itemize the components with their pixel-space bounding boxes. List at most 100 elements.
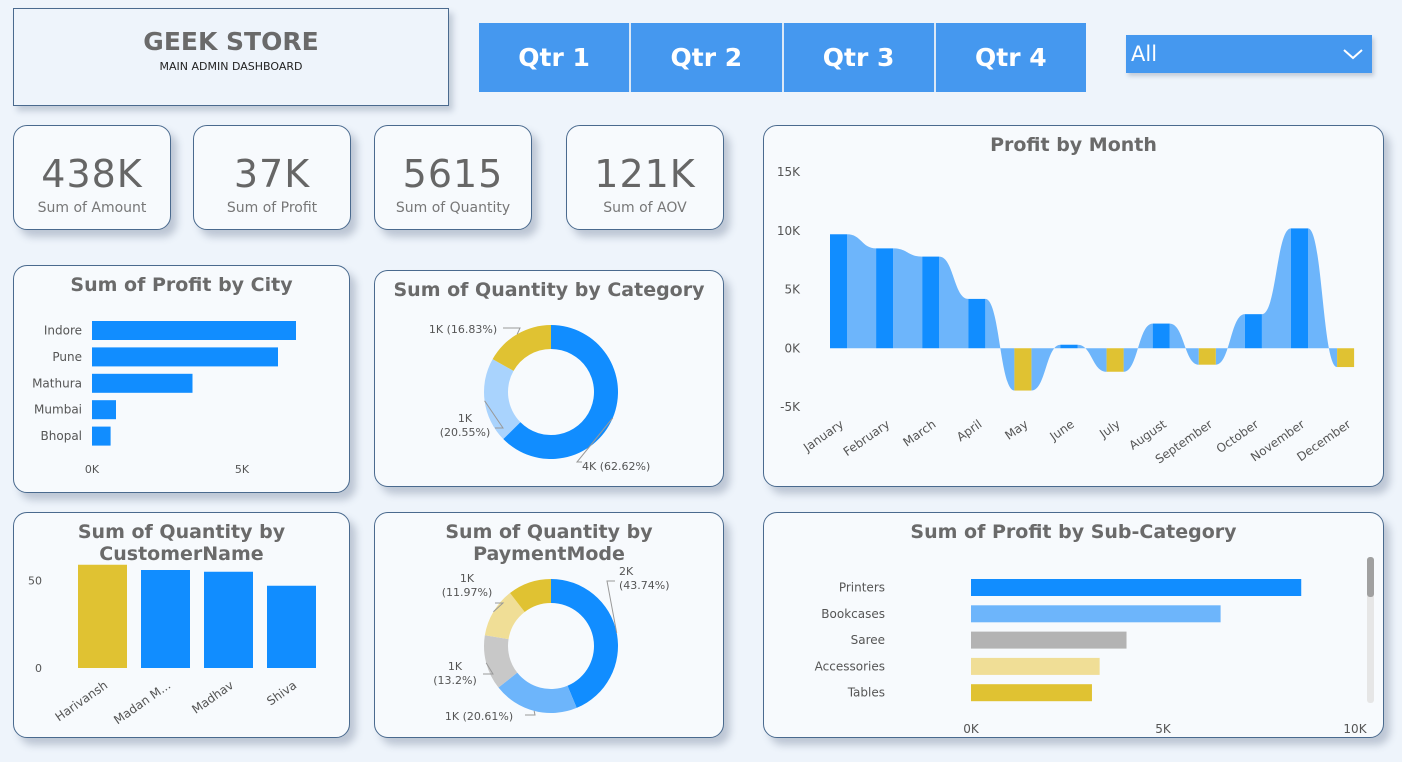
category-label: Shiva (264, 678, 299, 708)
qtr-2-button[interactable]: Qtr 2 (631, 23, 784, 92)
slice-label: 1K (448, 660, 463, 673)
category-label: Mathura (32, 376, 82, 390)
scrollbar-thumb[interactable] (1367, 557, 1374, 597)
chart-quantity-by-customer: 50 0 Harivansh Madan M... Madhav Shiva (28, 564, 316, 727)
quarter-slicer: Qtr 1 Qtr 2 Qtr 3 Qtr 4 (479, 23, 1086, 92)
dashboard-title: GEEK STORE (143, 27, 319, 56)
bar (1152, 323, 1170, 349)
bar (971, 605, 1221, 623)
bar (830, 234, 847, 349)
tick-label: 10K (1343, 722, 1367, 736)
ribbon (1169, 323, 1199, 365)
kpi-label: Sum of Profit (226, 200, 318, 216)
dashboard-subtitle: MAIN ADMIN DASHBOARD (159, 60, 303, 73)
category-label: Harivansh (53, 678, 111, 724)
kpi-card-amount: 438K Sum of Amount (13, 125, 171, 230)
dashboard-title-card: GEEK STORE MAIN ADMIN DASHBOARD (13, 8, 449, 106)
kpi-label: Sum of AOV (603, 200, 687, 216)
chart-profit-by-city: Indore Pune Mathura Mumbai Bhopal 0K 5K (32, 321, 296, 476)
kpi-label: Sum of Amount (37, 200, 147, 216)
ribbon (939, 256, 969, 349)
qtr-4-button[interactable]: Qtr 4 (935, 23, 1086, 92)
kpi-card-quantity: 5615 Sum of Quantity (374, 125, 532, 230)
ribbon (893, 248, 923, 349)
bar (1337, 348, 1355, 368)
kpi-card-aov: 121K Sum of AOV (566, 125, 724, 230)
tick-label: 0K (963, 722, 980, 736)
chart-card-profit-by-city: Sum of Profit by City Indore Pune Mathura M… (13, 265, 350, 493)
category-label: July (1096, 417, 1123, 441)
filter-dropdown[interactable]: All (1126, 35, 1372, 73)
bar (922, 256, 940, 349)
category-label: Indore (44, 324, 82, 338)
bar (1291, 228, 1308, 349)
qtr-3-button[interactable]: Qtr 3 (783, 23, 936, 92)
slice-label: 2K (619, 565, 634, 578)
category-label: Mumbai (34, 403, 82, 417)
kpi-card-profit: 37K Sum of Profit (193, 125, 351, 230)
category-label: June (1046, 417, 1076, 444)
chart-profit-by-subcategory: Printers Bookcases Saree Accessories Tables 0… (815, 579, 1368, 736)
bar (267, 585, 316, 668)
ribbon (1077, 344, 1107, 372)
slice-label: 1K (20.61%) (445, 710, 513, 723)
tick-label: 0K (85, 463, 100, 476)
slice-label: (11.97%) (442, 586, 493, 599)
bar (971, 579, 1302, 596)
bar (141, 570, 190, 668)
bar (92, 373, 193, 393)
category-label: Accessories (815, 659, 885, 673)
ribbon (1215, 314, 1245, 365)
chart-title: Sum of Profit by City (70, 274, 293, 296)
filter-dropdown-value: All (1131, 42, 1158, 66)
bar (968, 298, 986, 349)
slice-label: 1K (16.83%) (429, 323, 497, 336)
ribbon (1123, 323, 1153, 372)
chart-card-profit-by-subcategory: Sum of Profit by Sub-Category Printers Bo… (763, 512, 1384, 738)
bar (1198, 348, 1216, 365)
bar (92, 400, 116, 420)
slice-label: (13.2%) (433, 674, 477, 687)
slice-label: 4K (62.62%) (582, 460, 650, 473)
ribbon (847, 234, 877, 349)
scrollbar-track[interactable] (1367, 557, 1374, 703)
chart-quantity-by-paymentmode: 2K(43.74%)1K (20.61%)1K(13.2%)1K(11.97%) (433, 565, 669, 723)
bar (1106, 348, 1124, 372)
chart-card-quantity-by-category: Sum of Quantity by Category 4K (62.62%) 1… (374, 270, 724, 487)
kpi-value: 438K (41, 152, 143, 196)
category-label: March (900, 417, 938, 449)
qtr-1-button[interactable]: Qtr 1 (479, 23, 632, 92)
tick-label: 15K (777, 165, 801, 179)
tick-label: 0K (784, 341, 801, 355)
chart-title: Sum of Profit by Sub-Category (910, 521, 1237, 543)
slice-label: (20.55%) (440, 426, 491, 439)
bar (876, 248, 894, 349)
tick-label: 50 (28, 575, 42, 588)
bar (92, 426, 111, 446)
category-label: Tables (847, 686, 885, 700)
chart-card-quantity-by-customer: Sum of Quantity by CustomerName 50 0 Hariv… (13, 512, 350, 738)
chart-title: Profit by Month (990, 134, 1157, 156)
category-label: Saree (851, 633, 885, 647)
chart-card-quantity-by-paymentmode: Sum of Quantity by PaymentMode 2K (43.74%… (374, 512, 724, 738)
bar (92, 321, 296, 340)
tick-label: 5K (1155, 722, 1172, 736)
chevron-down-icon (1343, 49, 1363, 60)
tick-label: 5K (784, 283, 801, 297)
donut-slice (492, 325, 551, 371)
chart-profit-by-month: 15K 10K 5K 0K -5K JanuaryFebruary March April Ma… (777, 165, 1355, 467)
category-label: Madan M... (111, 678, 173, 727)
slice-label: 1K (460, 572, 475, 585)
bar (1014, 348, 1032, 391)
ribbon (985, 298, 1015, 391)
category-label: April (954, 417, 985, 444)
category-label: January (800, 417, 846, 455)
chart-quantity-by-category: 4K (62.62%) 1K(20.55%) 1K (16.83%) (429, 323, 650, 473)
category-label: Bookcases (821, 607, 885, 621)
tick-label: 5K (235, 463, 250, 476)
category-label: Printers (839, 581, 885, 595)
ribbon (1261, 228, 1291, 349)
category-label: Bhopal (41, 429, 82, 443)
bar (971, 657, 1100, 675)
tick-label: -5K (780, 400, 801, 414)
